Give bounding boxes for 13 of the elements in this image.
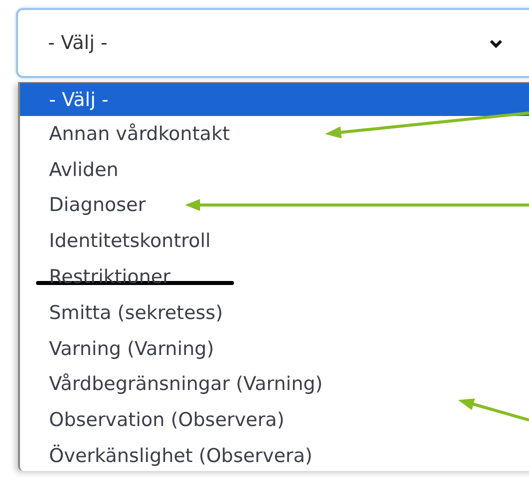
dropdown-option[interactable]: Vårdbegränsningar (Varning): [20, 366, 529, 402]
dropdown-option[interactable]: Diagnoser: [20, 188, 529, 224]
dropdown-option[interactable]: Varning (Varning): [20, 330, 529, 367]
dropdown-option[interactable]: - Välj -: [20, 83, 529, 116]
dropdown-option[interactable]: Avliden: [20, 152, 529, 188]
select-value: - Välj -: [48, 32, 108, 54]
dropdown-option[interactable]: Överkänslighet (Observera): [20, 438, 529, 474]
dropdown-option[interactable]: Smitta (sekretess): [20, 294, 529, 331]
dropdown-select[interactable]: - Välj -: [16, 8, 529, 78]
dropdown-option[interactable]: Observation (Observera): [20, 402, 529, 438]
dropdown-option[interactable]: Annan vårdkontakt: [20, 116, 529, 152]
dropdown-option[interactable]: Identitetskontroll: [20, 223, 529, 260]
chevron-down-icon: [489, 39, 503, 49]
